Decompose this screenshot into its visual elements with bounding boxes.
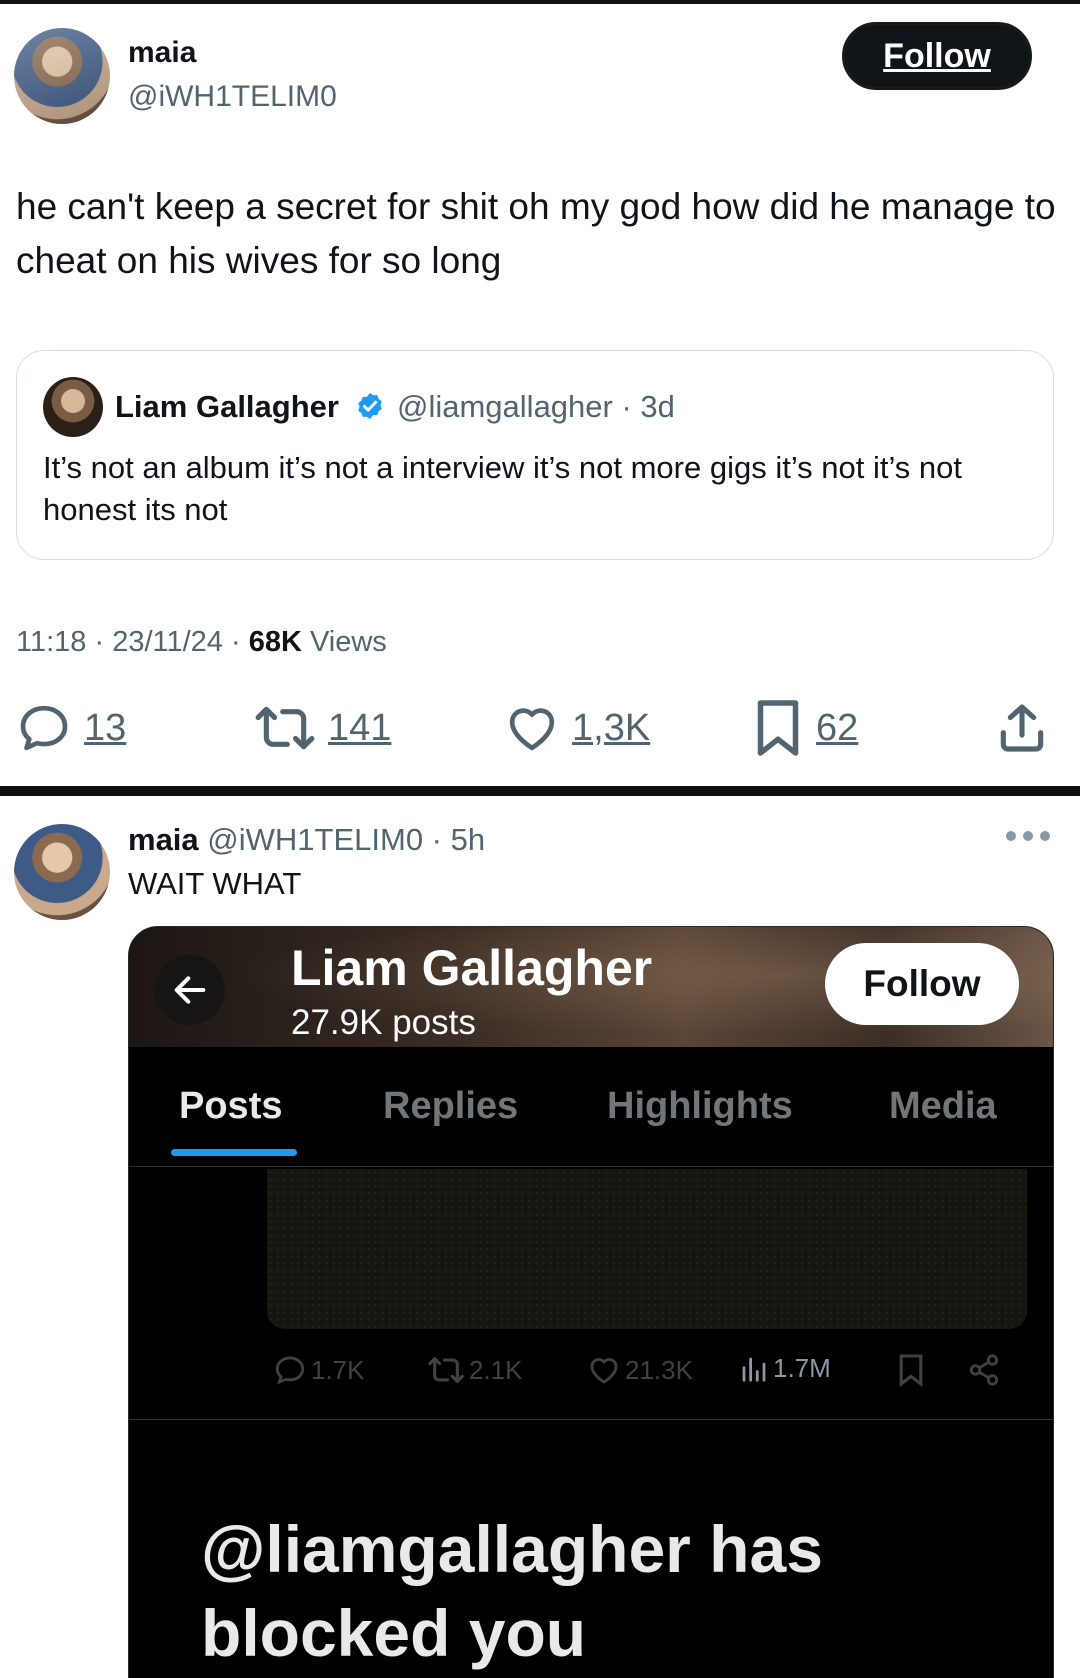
post-view-count: 1.7M xyxy=(773,1353,831,1383)
reply-icon xyxy=(20,705,68,751)
bookmark-icon xyxy=(757,700,799,756)
share-icon xyxy=(1000,704,1044,752)
verified-badge-icon xyxy=(358,392,382,420)
repost-icon xyxy=(255,706,315,750)
like-count: 1,3K xyxy=(572,706,651,749)
profile-post-count: 27.9K posts xyxy=(291,1003,476,1042)
bookmark-count: 62 xyxy=(816,706,859,749)
reply-author-name[interactable]: maia xyxy=(128,822,199,857)
bookmark-icon xyxy=(899,1354,923,1387)
tweet-info: 11:18 · 23/11/24 · 68K Views xyxy=(16,626,387,659)
post-separator xyxy=(129,1419,1053,1420)
tab-posts: Posts xyxy=(179,1085,283,1127)
tab-highlights: Highlights xyxy=(607,1085,793,1127)
tab-media: Media xyxy=(889,1085,997,1127)
share-icon xyxy=(969,1354,999,1386)
quoted-meta: @liamgallagher · 3d xyxy=(397,389,675,424)
blocked-message: @liamgallagher has blocked you xyxy=(201,1512,823,1670)
more-icon[interactable] xyxy=(1006,826,1050,846)
post-views: 1.7M xyxy=(739,1353,831,1384)
tab-replies: Replies xyxy=(383,1085,519,1127)
repost-count: 141 xyxy=(328,706,392,749)
section-divider xyxy=(0,786,1080,796)
views-label: Views xyxy=(301,626,387,658)
tweet-timestamp: 11:18 · 23/11/24 · xyxy=(16,626,249,658)
tweet-text: he can't keep a secret for shit oh my go… xyxy=(16,186,1056,281)
post-replies: 1.7K xyxy=(273,1353,365,1387)
author-name[interactable]: maia xyxy=(128,36,196,70)
views-icon xyxy=(742,1357,766,1382)
quoted-text: It’s not an album it’s not a interview i… xyxy=(43,450,962,527)
quoted-tweet[interactable]: Liam Gallagher @liamgallagher · 3d It’s … xyxy=(16,350,1054,560)
like-icon xyxy=(509,708,555,751)
repost-icon xyxy=(428,1357,464,1383)
post-action-bar: 1.7K 2.1K 21.3K 1.7M xyxy=(129,1345,1053,1395)
post-repost-count: 2.1K xyxy=(469,1354,523,1385)
post-likes: 21.3K xyxy=(587,1353,693,1387)
back-arrow-icon xyxy=(155,955,225,1025)
post-reply-count: 1.7K xyxy=(311,1354,365,1385)
active-tab-indicator xyxy=(171,1149,297,1156)
author-avatar[interactable] xyxy=(14,28,110,124)
author-handle[interactable]: @iWH1TELIM0 xyxy=(128,80,337,114)
reply-icon xyxy=(275,1356,305,1385)
views-count: 68K xyxy=(248,626,302,658)
post-share xyxy=(967,1353,1001,1387)
reply-button[interactable]: 13 xyxy=(16,698,126,758)
profile-name: Liam Gallagher xyxy=(291,940,653,996)
post-reposts: 2.1K xyxy=(427,1353,523,1387)
reply-text: WAIT WHAT xyxy=(128,866,302,901)
share-button[interactable] xyxy=(994,698,1050,758)
quoted-author-name: Liam Gallagher xyxy=(115,389,339,424)
bookmark-button[interactable]: 62 xyxy=(752,698,858,758)
reply-meta: @iWH1TELIM0 · 5h xyxy=(207,822,486,857)
repost-button[interactable]: 141 xyxy=(254,698,391,758)
post-bookmark xyxy=(897,1353,925,1387)
like-button[interactable]: 1,3K xyxy=(504,698,650,758)
reply-header: maia @iWH1TELIM0 · 5h xyxy=(128,822,485,858)
post-like-count: 21.3K xyxy=(625,1354,693,1385)
profile-follow-button: Follow xyxy=(825,943,1019,1025)
post-media xyxy=(267,1169,1027,1329)
reply-author-avatar[interactable] xyxy=(14,824,110,920)
reply-count: 13 xyxy=(84,706,127,749)
attached-screenshot[interactable]: Liam Gallagher 27.9K posts Follow Posts … xyxy=(128,926,1054,1678)
follow-button[interactable]: Follow xyxy=(842,22,1032,90)
quoted-author-avatar xyxy=(43,377,103,437)
like-icon xyxy=(590,1358,618,1384)
top-border xyxy=(0,0,1080,4)
